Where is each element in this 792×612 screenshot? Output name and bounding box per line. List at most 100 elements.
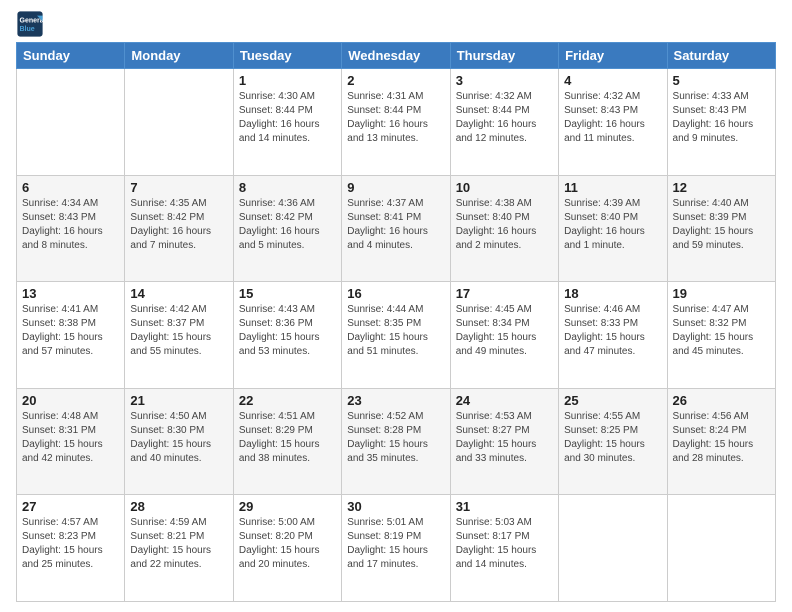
day-number: 29 — [239, 499, 336, 514]
calendar-week-row: 1 Sunrise: 4:30 AM Sunset: 8:44 PM Daylig… — [17, 69, 776, 176]
calendar-cell: 3 Sunrise: 4:32 AM Sunset: 8:44 PM Daylig… — [450, 69, 558, 176]
day-number: 17 — [456, 286, 553, 301]
day-number: 10 — [456, 180, 553, 195]
day-info: Sunrise: 4:45 AM Sunset: 8:34 PM Dayligh… — [456, 303, 553, 359]
calendar-cell: 12 Sunrise: 4:40 AM Sunset: 8:39 PM Dayli… — [667, 175, 775, 282]
day-info: Sunrise: 4:32 AM Sunset: 8:44 PM Dayligh… — [456, 90, 553, 146]
day-info: Sunrise: 4:59 AM Sunset: 8:21 PM Dayligh… — [130, 516, 227, 572]
day-info: Sunrise: 4:50 AM Sunset: 8:30 PM Dayligh… — [130, 410, 227, 466]
day-number: 3 — [456, 73, 553, 88]
calendar-cell: 16Sunrise: 4:44 AM Sunset: 8:35 PM Dayli… — [342, 282, 450, 389]
calendar-cell: 7 Sunrise: 4:35 AM Sunset: 8:42 PM Daylig… — [125, 175, 233, 282]
day-number: 5 — [673, 73, 770, 88]
day-number: 28 — [130, 499, 227, 514]
day-number: 27 — [22, 499, 119, 514]
day-number: 20 — [22, 393, 119, 408]
calendar-cell: 25Sunrise: 4:55 AM Sunset: 8:25 PM Dayli… — [559, 388, 667, 495]
day-info: Sunrise: 4:30 AM Sunset: 8:44 PM Dayligh… — [239, 90, 336, 146]
calendar-cell — [17, 69, 125, 176]
day-number: 24 — [456, 393, 553, 408]
day-info: Sunrise: 4:41 AM Sunset: 8:38 PM Dayligh… — [22, 303, 119, 359]
calendar-cell: 28 Sunrise: 4:59 AM Sunset: 8:21 PM Dayli… — [125, 495, 233, 602]
day-info: Sunrise: 4:35 AM Sunset: 8:42 PM Dayligh… — [130, 197, 227, 253]
calendar-cell: 31Sunrise: 5:03 AM Sunset: 8:17 PM Dayli… — [450, 495, 558, 602]
day-number: 13 — [22, 286, 119, 301]
day-info: Sunrise: 4:52 AM Sunset: 8:28 PM Dayligh… — [347, 410, 444, 466]
weekday-header: Thursday — [450, 43, 558, 69]
day-info: Sunrise: 4:32 AM Sunset: 8:43 PM Dayligh… — [564, 90, 661, 146]
calendar-cell: 17 Sunrise: 4:45 AM Sunset: 8:34 PM Dayli… — [450, 282, 558, 389]
calendar-header-row: SundayMondayTuesdayWednesdayThursdayFrid… — [17, 43, 776, 69]
day-info: Sunrise: 4:36 AM Sunset: 8:42 PM Dayligh… — [239, 197, 336, 253]
day-info: Sunrise: 4:57 AM Sunset: 8:23 PM Dayligh… — [22, 516, 119, 572]
day-number: 18 — [564, 286, 661, 301]
day-number: 11 — [564, 180, 661, 195]
calendar-cell: 27 Sunrise: 4:57 AM Sunset: 8:23 PM Dayli… — [17, 495, 125, 602]
day-info: Sunrise: 4:31 AM Sunset: 8:44 PM Dayligh… — [347, 90, 444, 146]
weekday-header: Friday — [559, 43, 667, 69]
calendar-week-row: 27 Sunrise: 4:57 AM Sunset: 8:23 PM Dayli… — [17, 495, 776, 602]
weekday-header: Saturday — [667, 43, 775, 69]
calendar-cell: 5 Sunrise: 4:33 AM Sunset: 8:43 PM Daylig… — [667, 69, 775, 176]
weekday-header: Monday — [125, 43, 233, 69]
day-number: 6 — [22, 180, 119, 195]
calendar-cell: 14 Sunrise: 4:42 AM Sunset: 8:37 PM Dayli… — [125, 282, 233, 389]
day-number: 9 — [347, 180, 444, 195]
day-info: Sunrise: 4:47 AM Sunset: 8:32 PM Dayligh… — [673, 303, 770, 359]
day-number: 7 — [130, 180, 227, 195]
calendar-cell: 11 Sunrise: 4:39 AM Sunset: 8:40 PM Dayli… — [559, 175, 667, 282]
day-info: Sunrise: 5:00 AM Sunset: 8:20 PM Dayligh… — [239, 516, 336, 572]
calendar-cell: 23 Sunrise: 4:52 AM Sunset: 8:28 PM Dayli… — [342, 388, 450, 495]
calendar-cell: 10Sunrise: 4:38 AM Sunset: 8:40 PM Dayli… — [450, 175, 558, 282]
day-number: 30 — [347, 499, 444, 514]
day-number: 2 — [347, 73, 444, 88]
logo: General Blue — [16, 10, 48, 38]
day-number: 14 — [130, 286, 227, 301]
day-number: 22 — [239, 393, 336, 408]
weekday-header: Sunday — [17, 43, 125, 69]
calendar-cell: 29 Sunrise: 5:00 AM Sunset: 8:20 PM Dayli… — [233, 495, 341, 602]
calendar-cell: 8 Sunrise: 4:36 AM Sunset: 8:42 PM Daylig… — [233, 175, 341, 282]
day-info: Sunrise: 4:39 AM Sunset: 8:40 PM Dayligh… — [564, 197, 661, 253]
day-info: Sunrise: 4:43 AM Sunset: 8:36 PM Dayligh… — [239, 303, 336, 359]
day-info: Sunrise: 4:48 AM Sunset: 8:31 PM Dayligh… — [22, 410, 119, 466]
day-info: Sunrise: 4:42 AM Sunset: 8:37 PM Dayligh… — [130, 303, 227, 359]
calendar-cell: 4 Sunrise: 4:32 AM Sunset: 8:43 PM Daylig… — [559, 69, 667, 176]
calendar: SundayMondayTuesdayWednesdayThursdayFrid… — [16, 42, 776, 602]
day-info: Sunrise: 4:55 AM Sunset: 8:25 PM Dayligh… — [564, 410, 661, 466]
calendar-cell: 30 Sunrise: 5:01 AM Sunset: 8:19 PM Dayli… — [342, 495, 450, 602]
calendar-week-row: 13 Sunrise: 4:41 AM Sunset: 8:38 PM Dayli… — [17, 282, 776, 389]
calendar-cell: 6 Sunrise: 4:34 AM Sunset: 8:43 PM Daylig… — [17, 175, 125, 282]
day-number: 26 — [673, 393, 770, 408]
calendar-cell — [559, 495, 667, 602]
day-info: Sunrise: 4:40 AM Sunset: 8:39 PM Dayligh… — [673, 197, 770, 253]
day-info: Sunrise: 4:46 AM Sunset: 8:33 PM Dayligh… — [564, 303, 661, 359]
day-info: Sunrise: 5:01 AM Sunset: 8:19 PM Dayligh… — [347, 516, 444, 572]
logo-icon: General Blue — [16, 10, 44, 38]
day-info: Sunrise: 4:44 AM Sunset: 8:35 PM Dayligh… — [347, 303, 444, 359]
day-number: 4 — [564, 73, 661, 88]
calendar-cell: 18 Sunrise: 4:46 AM Sunset: 8:33 PM Dayli… — [559, 282, 667, 389]
weekday-header: Tuesday — [233, 43, 341, 69]
day-info: Sunrise: 4:34 AM Sunset: 8:43 PM Dayligh… — [22, 197, 119, 253]
calendar-cell: 13 Sunrise: 4:41 AM Sunset: 8:38 PM Dayli… — [17, 282, 125, 389]
svg-text:Blue: Blue — [20, 26, 35, 33]
calendar-cell: 2 Sunrise: 4:31 AM Sunset: 8:44 PM Daylig… — [342, 69, 450, 176]
page: General Blue SundayMondayTuesdayWednesda… — [0, 0, 792, 612]
calendar-cell: 20 Sunrise: 4:48 AM Sunset: 8:31 PM Dayli… — [17, 388, 125, 495]
day-info: Sunrise: 4:33 AM Sunset: 8:43 PM Dayligh… — [673, 90, 770, 146]
calendar-cell: 22Sunrise: 4:51 AM Sunset: 8:29 PM Dayli… — [233, 388, 341, 495]
day-number: 21 — [130, 393, 227, 408]
calendar-cell: 26 Sunrise: 4:56 AM Sunset: 8:24 PM Dayli… — [667, 388, 775, 495]
weekday-header: Wednesday — [342, 43, 450, 69]
header: General Blue — [16, 10, 776, 38]
day-number: 1 — [239, 73, 336, 88]
day-info: Sunrise: 4:56 AM Sunset: 8:24 PM Dayligh… — [673, 410, 770, 466]
calendar-cell: 19Sunrise: 4:47 AM Sunset: 8:32 PM Dayli… — [667, 282, 775, 389]
calendar-week-row: 20 Sunrise: 4:48 AM Sunset: 8:31 PM Dayli… — [17, 388, 776, 495]
day-number: 8 — [239, 180, 336, 195]
calendar-cell — [667, 495, 775, 602]
calendar-cell: 1 Sunrise: 4:30 AM Sunset: 8:44 PM Daylig… — [233, 69, 341, 176]
day-number: 12 — [673, 180, 770, 195]
day-number: 23 — [347, 393, 444, 408]
